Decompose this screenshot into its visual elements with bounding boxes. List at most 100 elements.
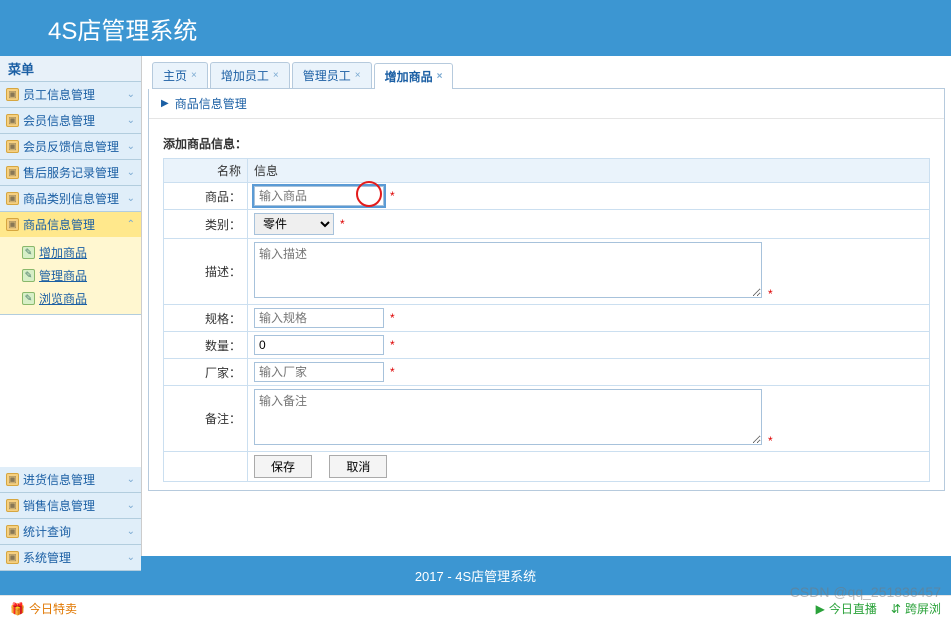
sidebar-item-label: 统计查询	[23, 523, 71, 540]
folder-icon: ▣	[6, 166, 19, 179]
sidebar-item-label: 会员反馈信息管理	[23, 138, 119, 155]
mfr-input[interactable]	[254, 362, 384, 382]
sidebar-item-employees[interactable]: ▣员工信息管理⌄	[0, 82, 141, 107]
sidebar-item-categories[interactable]: ▣ 商品类别信息管理 ⌄	[0, 186, 141, 211]
sidebar-sub-add-product[interactable]: ✎增加商品	[22, 241, 141, 264]
bottom-today-sale[interactable]: 🎁 今日特卖	[10, 600, 77, 617]
folder-icon: ▣	[6, 140, 19, 153]
product-label: 商品：	[164, 183, 248, 210]
sidebar-title: 菜单	[0, 56, 141, 82]
breadcrumb: ▶ 商品信息管理	[149, 89, 944, 119]
gift-icon: 🎁	[10, 602, 25, 616]
sidebar-sub-browse-product[interactable]: ✎浏览商品	[22, 287, 141, 310]
bottom-live[interactable]: ▶ 今日直播	[816, 600, 877, 617]
sidebar: 菜单 ▣员工信息管理⌄ ▣ 会员信息管理 ⌄ ▣ 会员反馈信息管理 ⌄ ▣ 售后服务记录管…	[0, 56, 142, 556]
folder-icon: ▣	[6, 551, 19, 564]
page-icon: ✎	[22, 292, 35, 305]
note-input[interactable]	[254, 389, 762, 445]
sidebar-item-stats[interactable]: ▣ 统计查询 ⌄	[0, 519, 141, 544]
arrow-icon: ▶	[161, 98, 169, 109]
folder-icon: ▣	[6, 499, 19, 512]
folder-icon: ▣	[6, 192, 19, 205]
close-icon[interactable]: ×	[191, 70, 197, 81]
qty-input[interactable]	[254, 335, 384, 355]
chevron-down-icon: ⌄	[127, 193, 135, 204]
required-mark: *	[390, 365, 395, 379]
tab-label: 管理员工	[303, 67, 351, 84]
sidebar-sub-label: 管理商品	[39, 267, 87, 284]
chevron-down-icon: ⌄	[127, 552, 135, 563]
save-button[interactable]: 保存	[254, 455, 312, 478]
tab-label: 增加员工	[221, 67, 269, 84]
tab-label: 主页	[163, 67, 187, 84]
app-title: 4S店管理系统	[48, 11, 197, 46]
chevron-down-icon: ⌄	[127, 115, 135, 126]
bb-label: 今日特卖	[29, 600, 77, 617]
sidebar-item-label: 商品信息管理	[23, 216, 95, 233]
page-icon: ✎	[22, 269, 35, 282]
app-header: 4S店管理系统	[0, 0, 951, 56]
section-title: 添加商品信息：	[163, 135, 930, 152]
note-label: 备注：	[164, 386, 248, 452]
folder-icon: ▣	[6, 473, 19, 486]
sidebar-item-label: 会员信息管理	[23, 112, 95, 129]
sidebar-item-sales[interactable]: ▣ 销售信息管理 ⌄	[0, 493, 141, 518]
chevron-down-icon: ⌄	[127, 141, 135, 152]
footer: 2017 - 4S店管理系统	[0, 556, 951, 595]
cancel-button[interactable]: 取消	[329, 455, 387, 478]
folder-icon: ▣	[6, 88, 19, 101]
sidebar-item-feedback[interactable]: ▣ 会员反馈信息管理 ⌄	[0, 134, 141, 159]
chevron-down-icon: ⌄	[127, 474, 135, 485]
bb-label: 今日直播	[829, 600, 877, 617]
tab-label: 增加商品	[385, 68, 433, 85]
close-icon[interactable]: ×	[355, 70, 361, 81]
close-icon[interactable]: ×	[273, 70, 279, 81]
col-name: 名称	[164, 159, 248, 183]
spec-input[interactable]	[254, 308, 384, 328]
required-mark: *	[390, 338, 395, 352]
required-mark: *	[390, 189, 395, 203]
sidebar-item-label: 系统管理	[23, 549, 71, 566]
sidebar-item-label: 销售信息管理	[23, 497, 95, 514]
chevron-down-icon: ⌄	[127, 500, 135, 511]
breadcrumb-text: 商品信息管理	[175, 95, 247, 112]
bottom-cast[interactable]: ⇵ 跨屏浏	[891, 600, 941, 617]
bottom-bar: 🎁 今日特卖 ▶ 今日直播 ⇵ 跨屏浏	[0, 595, 951, 621]
required-mark: *	[768, 287, 773, 301]
sidebar-item-aftersales[interactable]: ▣ 售后服务记录管理 ⌄	[0, 160, 141, 185]
sidebar-item-purchase[interactable]: ▣ 进货信息管理 ⌄	[0, 467, 141, 492]
category-label: 类别：	[164, 210, 248, 239]
product-input[interactable]	[254, 186, 384, 206]
chevron-down-icon: ⌄	[127, 167, 135, 178]
sidebar-item-label: 商品类别信息管理	[23, 190, 119, 207]
sidebar-item-label: 售后服务记录管理	[23, 164, 119, 181]
close-icon[interactable]: ×	[437, 71, 443, 82]
sidebar-item-system[interactable]: ▣ 系统管理 ⌄	[0, 545, 141, 570]
chevron-down-icon: ⌄	[127, 89, 135, 100]
required-mark: *	[768, 434, 773, 448]
qty-label: 数量：	[164, 332, 248, 359]
chevron-down-icon: ⌄	[127, 526, 135, 537]
spec-label: 规格：	[164, 305, 248, 332]
cast-icon: ⇵	[891, 602, 901, 616]
desc-label: 描述：	[164, 239, 248, 305]
tab-add-employee[interactable]: 增加员工 ×	[210, 62, 290, 88]
sidebar-item-members[interactable]: ▣ 会员信息管理 ⌄	[0, 108, 141, 133]
tab-home[interactable]: 主页 ×	[152, 62, 208, 88]
sidebar-item-label: 进货信息管理	[23, 471, 95, 488]
folder-icon: ▣	[6, 218, 19, 231]
page-icon: ✎	[22, 246, 35, 259]
folder-icon: ▣	[6, 525, 19, 538]
folder-icon: ▣	[6, 114, 19, 127]
tv-icon: ▶	[816, 602, 825, 616]
desc-input[interactable]	[254, 242, 762, 298]
tab-add-product[interactable]: 增加商品 ×	[374, 63, 454, 89]
tab-manage-employee[interactable]: 管理员工 ×	[292, 62, 372, 88]
bb-label: 跨屏浏	[905, 600, 941, 617]
category-select[interactable]: 零件	[254, 213, 334, 235]
sidebar-item-products[interactable]: ▣商品信息管理⌃	[0, 212, 141, 237]
sidebar-sub-manage-product[interactable]: ✎ 管理商品	[22, 264, 141, 287]
required-mark: *	[340, 217, 345, 231]
mfr-label: 厂家：	[164, 359, 248, 386]
product-form-table: 名称信息 商品： * 类别： 零件* 描述： *	[163, 158, 930, 482]
